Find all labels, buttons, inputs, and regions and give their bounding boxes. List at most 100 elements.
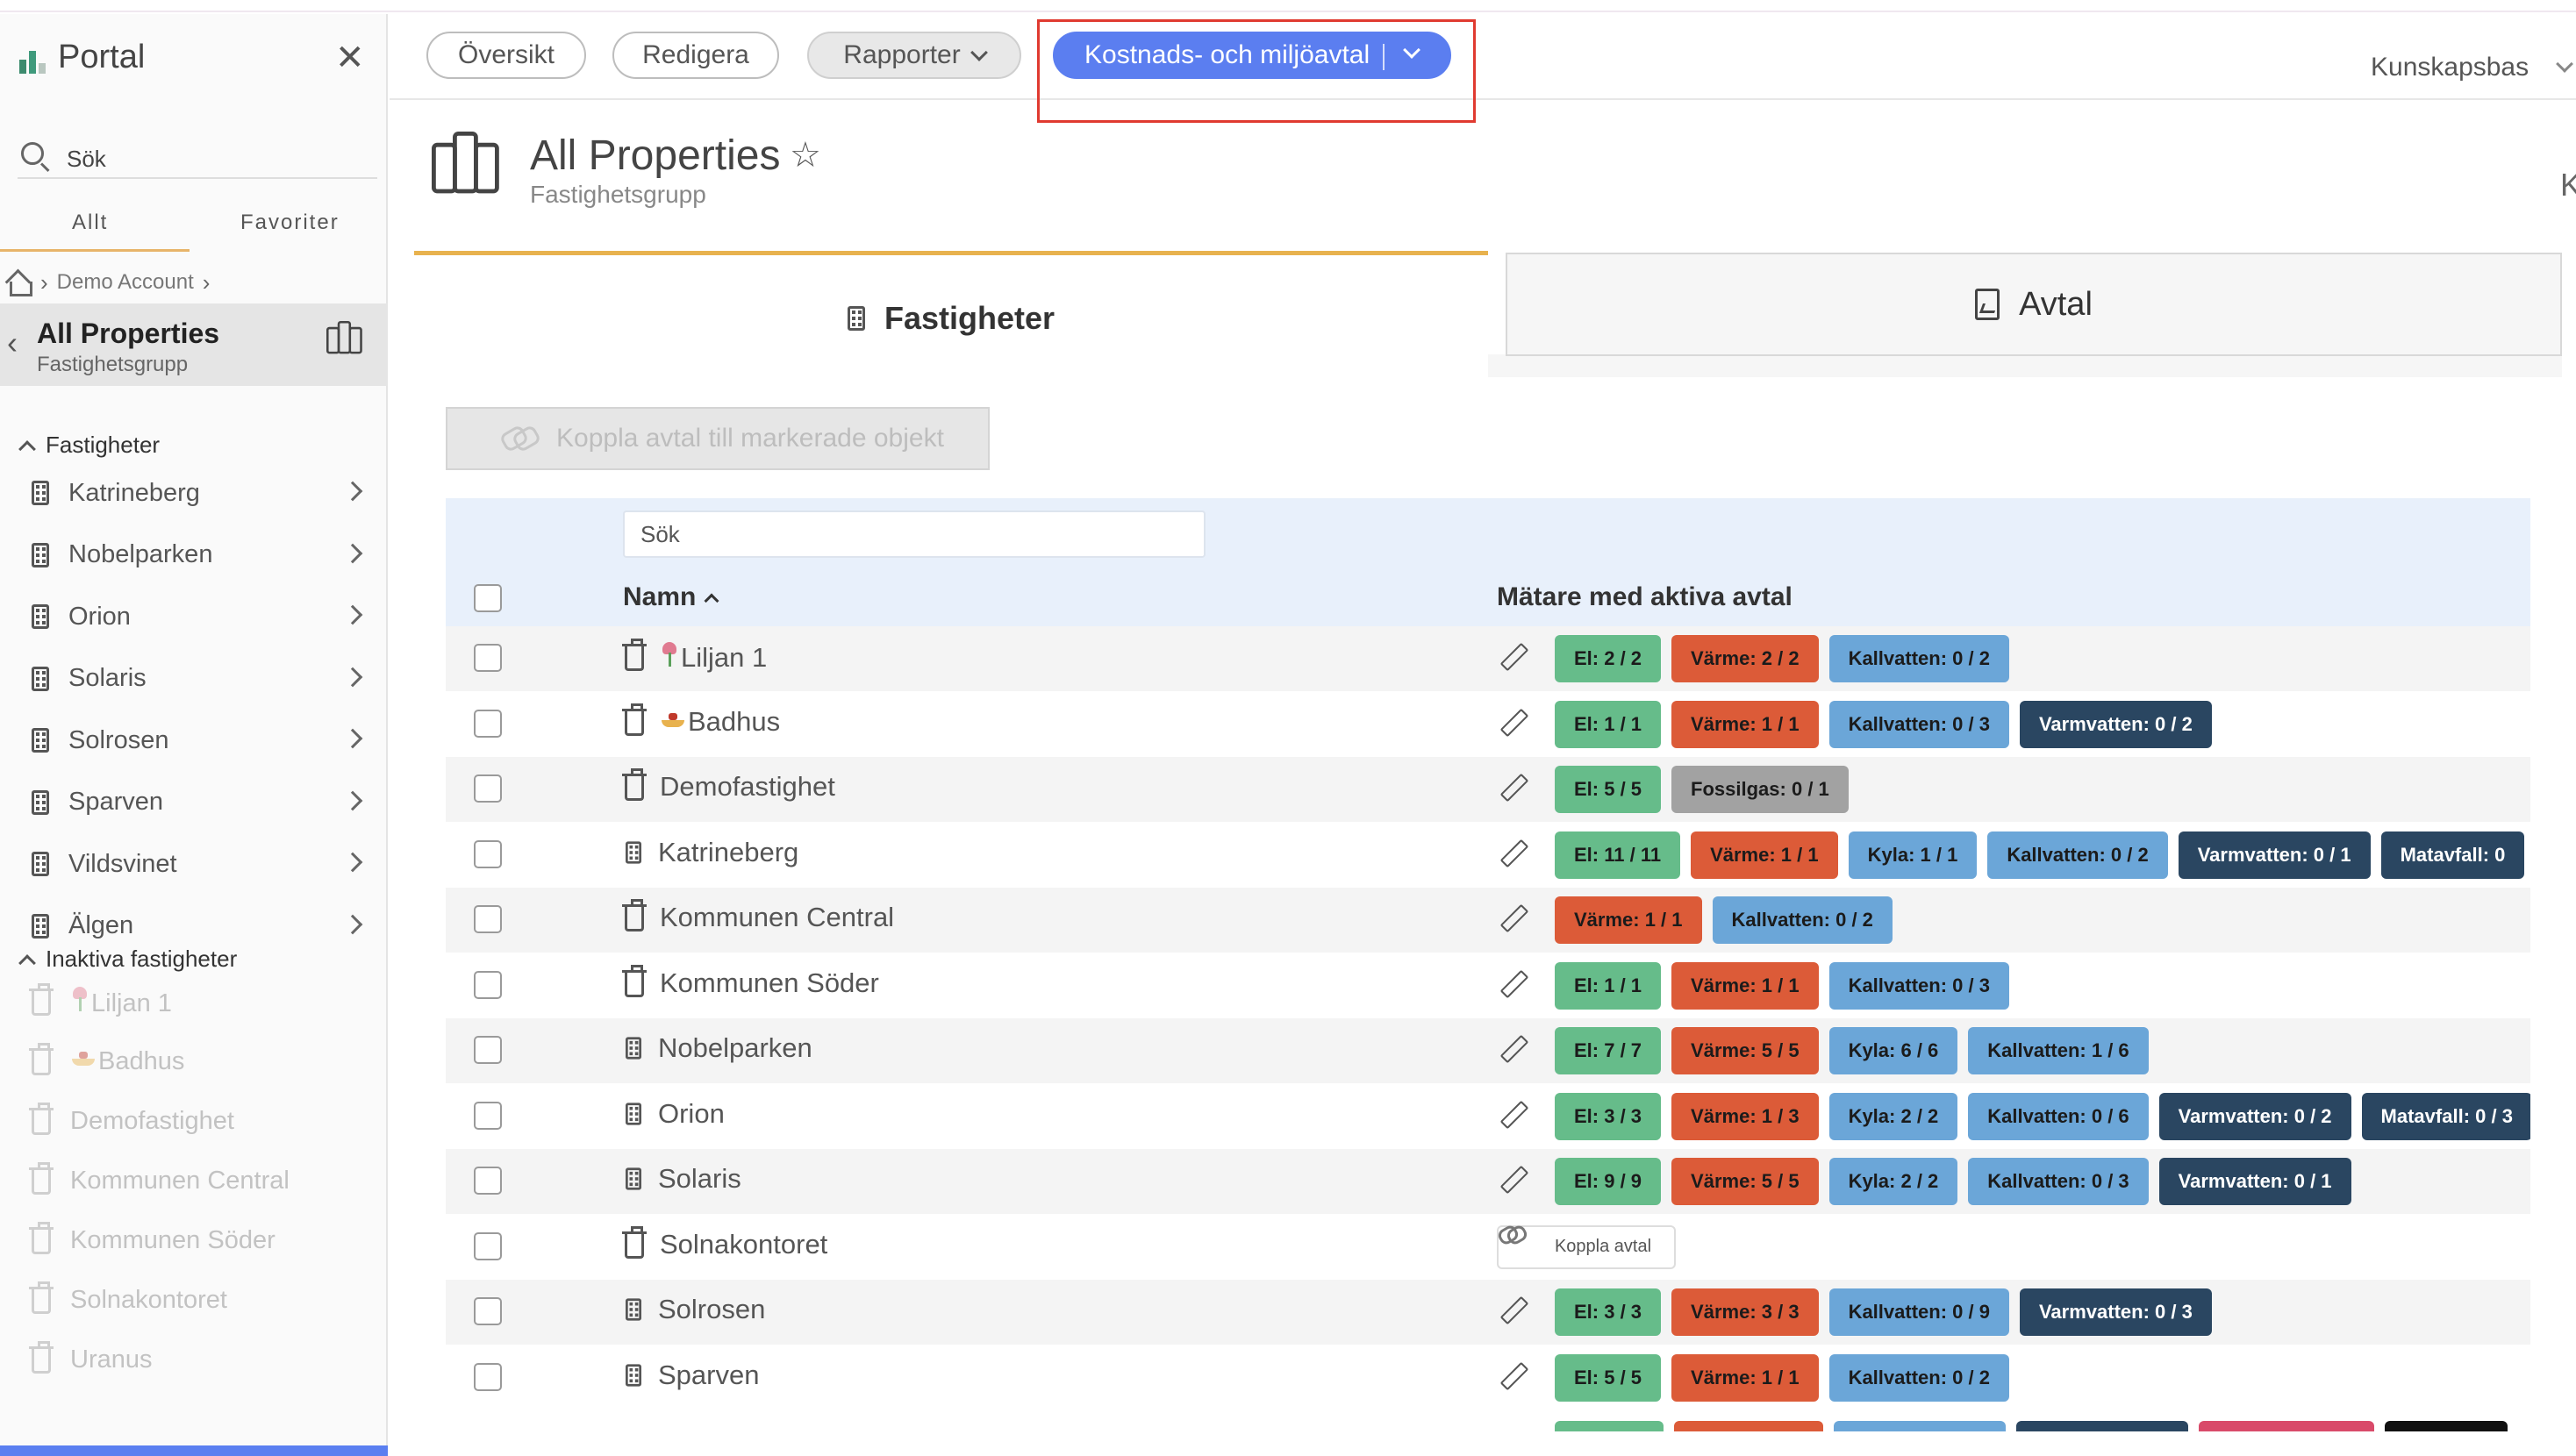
meter-badge-el[interactable]: El: 1 / 1	[1555, 961, 1662, 1010]
meter-badge-el[interactable]: El: 9 / 9	[1555, 1158, 1662, 1205]
sidebar-item-kommunen-central[interactable]: Kommunen Central	[29, 1160, 374, 1202]
link-agreement-button[interactable]: Koppla avtal till markerade objekt	[446, 407, 990, 470]
meter-badge-fossil[interactable]: Fossilgas: 0 / 1	[1671, 766, 1849, 813]
meter-badge-mat[interactable]: Matavfall: 0 / 3	[2361, 1092, 2530, 1140]
meter-badge-kall[interactable]: Kallvatten: 0 / 2	[1712, 896, 1893, 944]
meter-badge-kyla[interactable]: Kyla: 1 / 1	[1848, 831, 1978, 879]
overview-button[interactable]: Översikt	[426, 32, 586, 79]
row-name[interactable]: Katrineberg	[625, 837, 798, 868]
group-header-active[interactable]: Fastigheter	[18, 432, 160, 459]
tab-agreements[interactable]: Avtal	[1506, 253, 2562, 356]
edit-button[interactable]: Redigera	[612, 32, 779, 79]
sidebar-item-solaris[interactable]: Solaris	[32, 658, 374, 700]
sidebar-item-sparven[interactable]: Sparven	[32, 782, 374, 824]
row-name[interactable]: Orion	[625, 1098, 725, 1130]
row-checkbox[interactable]	[474, 1167, 502, 1195]
chevron-right-icon[interactable]	[342, 481, 363, 502]
row-name[interactable]: Badhus	[622, 703, 780, 738]
meter-badge-varm[interactable]: Varmvatten: 0 / 1	[2178, 831, 2371, 879]
sidebar-item-solnakontoret[interactable]: Solnakontoret	[29, 1279, 374, 1321]
collapse-icon[interactable]: K	[2560, 167, 2576, 203]
meter-badge-kall[interactable]: Kallvatten: 0 / 3	[1828, 961, 2009, 1010]
meter-badge-mat[interactable]: Matavfall: 0	[2380, 831, 2525, 879]
chevron-right-icon[interactable]	[342, 790, 363, 810]
sidebar-item-orion[interactable]: Orion	[32, 596, 374, 638]
sidebar-item-kommunen-soder[interactable]: Kommunen Söder	[29, 1219, 374, 1261]
chevron-right-icon[interactable]	[342, 914, 363, 934]
row-checkbox[interactable]	[474, 709, 502, 738]
meter-badge-kall[interactable]: Kallvatten: 0 / 2	[1987, 831, 2168, 879]
meter-badge-varme[interactable]: Värme: 1 / 3	[1671, 1092, 1819, 1140]
sidebar-item-demofastighet[interactable]: Demofastighet	[29, 1100, 374, 1142]
sidebar-item-katrineberg[interactable]: Katrineberg	[32, 472, 374, 514]
chevron-right-icon[interactable]	[342, 728, 363, 749]
row-checkbox[interactable]	[474, 1101, 502, 1130]
meter-badge-el[interactable]: El: 2 / 2	[1555, 635, 1662, 682]
reports-dropdown[interactable]: Rapporter	[807, 32, 1021, 79]
row-checkbox[interactable]	[474, 644, 502, 672]
row-checkbox[interactable]	[474, 1036, 502, 1064]
meter-badge-el[interactable]: El: 5 / 5	[1555, 766, 1662, 813]
edit-pencil-icon[interactable]	[1499, 1036, 1525, 1062]
chevron-right-icon[interactable]	[342, 543, 363, 563]
row-checkbox[interactable]	[474, 839, 502, 868]
meter-badge-kall[interactable]: Kallvatten: 0 / 3	[1828, 700, 2009, 748]
meter-badge-el[interactable]: El: 3 / 3	[1555, 1092, 1662, 1140]
chevron-down-icon[interactable]	[2556, 55, 2573, 73]
edit-pencil-icon[interactable]	[1499, 774, 1525, 801]
row-checkbox[interactable]	[474, 774, 502, 803]
meter-badge-varme[interactable]: Värme: 5 / 5	[1671, 1158, 1819, 1205]
column-header-name[interactable]: Namn	[623, 582, 719, 612]
edit-pencil-icon[interactable]	[1499, 1102, 1525, 1128]
sidebar-search[interactable]: Sök	[18, 135, 377, 179]
meter-badge-el[interactable]: El: 7 / 7	[1555, 1027, 1662, 1074]
row-name[interactable]: Kommunen Söder	[622, 964, 879, 999]
sidebar-item-uranus[interactable]: Uranus	[29, 1338, 374, 1381]
edit-pencil-icon[interactable]	[1499, 905, 1525, 931]
caret-down-icon[interactable]	[1403, 41, 1420, 59]
edit-pencil-icon[interactable]	[1499, 1167, 1525, 1193]
row-checkbox[interactable]	[474, 1297, 502, 1325]
table-search-input[interactable]: Sök	[623, 510, 1206, 558]
sidebar-item-vildsvinet[interactable]: Vildsvinet	[32, 843, 374, 885]
meter-badge-varme[interactable]: Värme: 1 / 1	[1671, 1353, 1819, 1402]
chevron-right-icon[interactable]	[342, 667, 363, 687]
close-icon[interactable]: ✕	[335, 40, 365, 75]
meter-badge-varm[interactable]: Varmvatten: 0 / 1	[2158, 1158, 2351, 1205]
edit-pencil-icon[interactable]	[1499, 971, 1525, 997]
meter-badge-el[interactable]: El: 3 / 3	[1555, 1288, 1662, 1336]
meter-badge-varme[interactable]: Värme: 1 / 1	[1691, 831, 1838, 879]
meter-badge-kyla[interactable]: Kyla: 2 / 2	[1828, 1158, 1958, 1205]
sidebar-item-solrosen[interactable]: Solrosen	[32, 719, 374, 761]
meter-badge-kall[interactable]: Kallvatten: 0 / 6	[1968, 1092, 2149, 1140]
agreements-button[interactable]: Kostnads- och miljöavtal	[1053, 32, 1451, 79]
meter-badge-kyla[interactable]: Kyla: 6 / 6	[1828, 1027, 1958, 1074]
meter-badge-varm[interactable]: Varmvatten: 0 / 2	[2158, 1092, 2351, 1140]
meter-badge-varme[interactable]: Värme: 2 / 2	[1671, 635, 1819, 682]
meter-badge-varme[interactable]: Värme: 1 / 1	[1671, 700, 1819, 748]
row-checkbox[interactable]	[474, 1362, 502, 1391]
meter-badge-varme[interactable]: Värme: 3 / 3	[1671, 1288, 1819, 1336]
edit-pencil-icon[interactable]	[1499, 1363, 1525, 1389]
tab-properties[interactable]: Fastigheter	[414, 251, 1488, 381]
edit-pencil-icon[interactable]	[1499, 840, 1525, 867]
group-header-inactive[interactable]: Inaktiva fastigheter	[18, 946, 237, 973]
chevron-right-icon[interactable]	[342, 604, 363, 625]
selected-property[interactable]: ‹ All Properties Fastighetsgrupp	[0, 303, 388, 386]
row-checkbox[interactable]	[474, 1231, 502, 1260]
edit-pencil-icon[interactable]	[1499, 1297, 1525, 1324]
tab-favorites[interactable]: Favoriter	[240, 211, 340, 235]
row-name[interactable]: Solrosen	[625, 1294, 765, 1325]
tab-all[interactable]: Allt	[72, 211, 108, 235]
meter-badge-el[interactable]: El: 5 / 5	[1555, 1353, 1662, 1402]
meter-badge-el[interactable]: El: 1 / 1	[1555, 700, 1662, 748]
meter-badge-kall[interactable]: Kallvatten: 0 / 2	[1828, 1353, 2009, 1402]
knowledge-base-link[interactable]: Kunskapsbas	[2371, 53, 2529, 82]
sidebar-item-liljan-1[interactable]: Liljan 1	[29, 981, 374, 1023]
meter-badge-kall[interactable]: Kallvatten: 1 / 6	[1968, 1027, 2149, 1074]
meter-badge-varme[interactable]: Värme: 5 / 5	[1671, 1027, 1819, 1074]
home-icon[interactable]	[5, 271, 32, 296]
meter-badge-kyla[interactable]: Kyla: 2 / 2	[1828, 1092, 1958, 1140]
row-name[interactable]: Kommunen Central	[622, 899, 894, 933]
meter-badge-kall[interactable]: Kallvatten: 0 / 3	[1968, 1158, 2149, 1205]
